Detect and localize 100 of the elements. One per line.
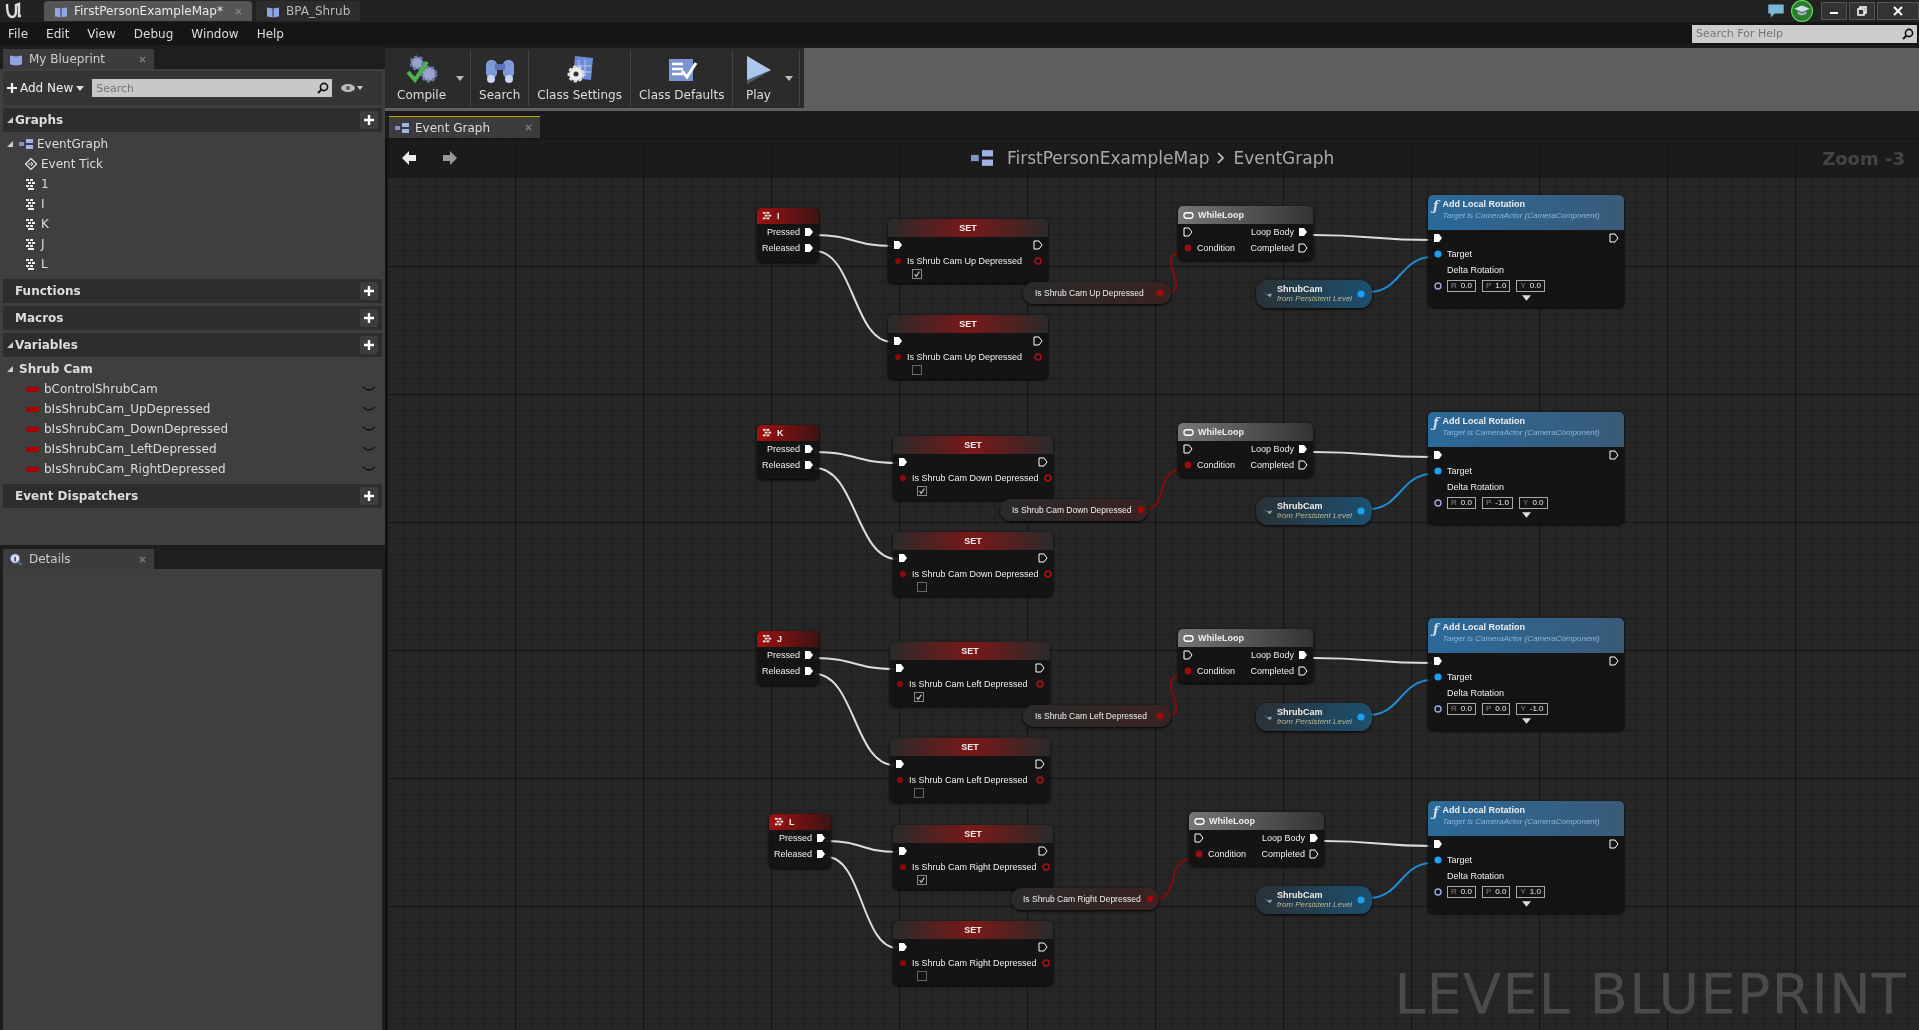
object-pin-icon[interactable] [1356,712,1367,722]
expand-arrow-icon[interactable] [7,366,13,372]
exec-pin-icon[interactable] [898,846,908,856]
eye-icon[interactable] [340,83,365,93]
bool-pin-icon[interactable] [1042,569,1053,579]
document-tab[interactable]: BPA_Shrub [255,1,361,21]
section-header[interactable]: Graphs [3,108,382,132]
actor-reference-node[interactable]: ShrubCam from Persistent Level [1256,703,1372,731]
while-loop-node[interactable]: WhileLoop Loop Body Condition Completed [1178,206,1313,260]
struct-pin-icon[interactable] [1433,704,1443,714]
rotation-field[interactable]: R 0.0 [1447,703,1476,715]
menu-item[interactable]: View [79,26,126,41]
toolbar-button[interactable]: Class Defaults [630,54,733,102]
section-header[interactable]: Variables [3,333,382,357]
exec-pin-icon[interactable] [1309,849,1319,859]
rotation-field[interactable]: R 0.0 [1447,886,1476,898]
exec-pin-icon[interactable] [1433,233,1443,243]
add-button[interactable] [360,111,378,129]
set-node[interactable]: SET Is Shrub Cam Left Depressed [890,642,1050,706]
exec-pin-icon[interactable] [804,666,814,676]
rotation-field[interactable]: P 0.0 [1481,703,1511,715]
close-button[interactable] [1877,2,1919,20]
set-node[interactable]: SET Is Shrub Cam Down Depressed [893,436,1053,500]
help-search-box[interactable]: Search For Help [1692,24,1917,43]
rotation-field[interactable]: P -1.0 [1481,497,1514,509]
exec-pin-icon[interactable] [1038,942,1048,952]
exec-pin-icon[interactable] [1433,839,1443,849]
menu-item[interactable]: Debug [125,26,184,41]
object-pin-icon[interactable] [1356,506,1367,516]
graph-item[interactable]: K [3,214,382,234]
object-pin-icon[interactable] [1433,466,1443,476]
exec-pin-icon[interactable] [1609,839,1619,849]
actor-reference-node[interactable]: ShrubCam from Persistent Level [1256,497,1372,525]
bool-pin-icon[interactable] [1040,958,1051,968]
expand-arrow-icon[interactable] [1522,512,1531,518]
exec-pin-icon[interactable] [1035,759,1045,769]
exec-pin-icon[interactable] [1298,460,1308,470]
panel-tab[interactable]: Details [3,549,154,569]
exec-pin-icon[interactable] [1194,833,1204,843]
variable-item[interactable]: bIsShrubCam_RightDepressed [44,462,362,476]
checkbox[interactable] [917,875,927,885]
while-loop-node[interactable]: WhileLoop Loop Body Condition Completed [1178,629,1313,683]
struct-pin-icon[interactable] [1433,281,1443,291]
checkbox[interactable] [917,486,927,496]
section-header[interactable]: Event Dispatchers [3,484,382,508]
actor-reference-node[interactable]: ShrubCam from Persistent Level [1256,886,1372,914]
exec-pin-icon[interactable] [816,849,826,859]
checkbox[interactable] [912,365,922,375]
panel-tab[interactable]: My Blueprint [3,49,154,69]
exec-pin-icon[interactable] [1298,650,1308,660]
graph-item[interactable]: Event Tick [3,154,382,174]
variable-getter-node[interactable]: Is Shrub Cam Up Depressed [1023,282,1171,304]
variable-item[interactable]: bIsShrubCam_UpDepressed [44,402,362,416]
expand-arrow-icon[interactable] [1522,901,1531,907]
document-tab[interactable]: FirstPersonExampleMap* [44,1,252,21]
restore-button[interactable] [1849,2,1875,20]
close-icon[interactable] [139,555,146,563]
breadcrumb-link[interactable]: EventGraph [1233,148,1335,168]
rotation-field[interactable]: P 1.0 [1481,280,1511,292]
exec-pin-icon[interactable] [1609,233,1619,243]
exec-pin-icon[interactable] [898,457,908,467]
expand-arrow-icon[interactable] [7,141,13,147]
object-pin-icon[interactable] [1433,672,1443,682]
rotation-field[interactable]: Y 0.0 [1516,280,1545,292]
exec-pin-icon[interactable] [816,833,826,843]
graph-item[interactable]: 1 [3,174,382,194]
section-header[interactable]: Functions [3,279,382,303]
category-item[interactable]: Shrub Cam [3,359,382,379]
toolbar-button[interactable]: Compile [389,54,455,102]
function-node[interactable]: ƒ Add Local Rotation Target is CameraActor (CameraComponent) Target Delta Rotation R 0.0 P -1.0 Y 0.0 [1428,412,1624,524]
graph-item[interactable]: I [3,194,382,214]
variable-getter-node[interactable]: Is Shrub Cam Down Depressed [1000,499,1148,521]
variable-getter-node[interactable]: Is Shrub Cam Left Depressed [1023,705,1171,727]
toolbar-button[interactable]: Play [733,54,784,102]
menu-item[interactable]: Edit [38,26,80,41]
exec-pin-icon[interactable] [893,336,903,346]
close-icon[interactable] [139,55,146,63]
exec-pin-icon[interactable] [1033,240,1043,250]
function-node[interactable]: ƒ Add Local Rotation Target is CameraActor (CameraComponent) Target Delta Rotation R 0.0 P 0.0 Y -1.0 [1428,618,1624,730]
bool-pin-icon[interactable] [1033,256,1043,266]
set-node[interactable]: SET Is Shrub Cam Left Depressed [890,738,1050,802]
function-node[interactable]: ƒ Add Local Rotation Target is CameraActor (CameraComponent) Target Delta Rotation R 0.0 P 1.0 Y 0.0 [1428,195,1624,307]
chat-icon[interactable] [1767,2,1785,20]
exec-pin-icon[interactable] [1433,450,1443,460]
section-header[interactable]: Macros [3,306,382,330]
key-event-node[interactable]: L Pressed Released [769,814,831,868]
expand-arrow-icon[interactable] [7,342,13,348]
toolbar-button[interactable]: Class Settings [529,54,630,102]
back-arrow-icon[interactable] [401,150,417,166]
dropdown-caret-icon[interactable] [456,75,465,81]
rotation-field[interactable]: Y 1.0 [1516,886,1545,898]
set-node[interactable]: SET Is Shrub Cam Up Depressed [888,219,1048,283]
variable-getter-node[interactable]: Is Shrub Cam Right Depressed [1011,888,1159,910]
bool-pin-icon[interactable] [1033,352,1043,362]
add-button[interactable] [360,282,378,300]
exec-pin-icon[interactable] [1309,833,1319,843]
bool-pin-icon[interactable] [1035,679,1045,689]
bool-pin-icon[interactable] [1040,862,1051,872]
while-loop-node[interactable]: WhileLoop Loop Body Condition Completed [1178,423,1313,477]
key-event-node[interactable]: I Pressed Released [757,208,819,262]
